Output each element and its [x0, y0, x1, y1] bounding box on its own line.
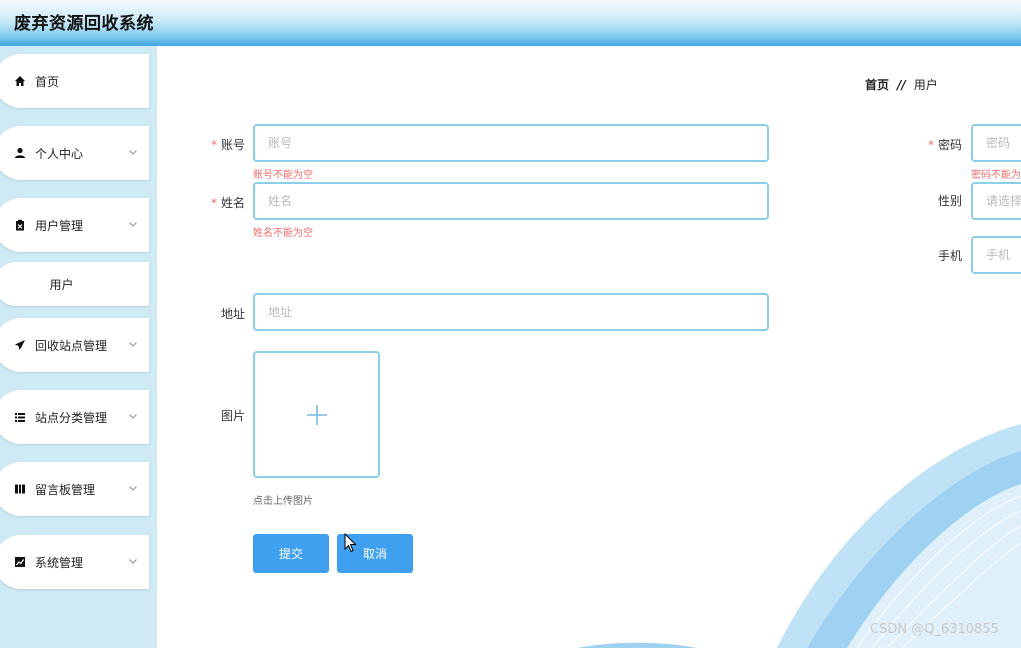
required-mark: * — [210, 138, 217, 152]
address-label: 地址 — [220, 307, 245, 321]
submit-button[interactable]: 提交 — [253, 534, 329, 573]
chevron-down-icon — [129, 150, 137, 155]
main-content: 首页 // 用户 *账号 账号不能为空 *密码 密码不能为空 *姓名 姓名不能为… — [157, 46, 1021, 648]
chevron-down-icon — [129, 222, 137, 227]
account-input[interactable] — [253, 124, 769, 162]
top-header: 废弃资源回收系统 — [0, 0, 1021, 46]
sidebar-item-personal-center[interactable]: 个人中心 — [0, 126, 149, 180]
chevron-down-icon — [129, 342, 137, 347]
sidebar-item-label: 留言板管理 — [35, 482, 96, 497]
chevron-down-icon — [129, 414, 137, 419]
password-input[interactable] — [971, 124, 1021, 162]
sidebar-item-system-management[interactable]: 系统管理 — [0, 535, 149, 589]
name-error: 姓名不能为空 — [253, 228, 313, 239]
sidebar-item-label: 个人中心 — [35, 146, 84, 161]
sidebar-item-label: 回收站点管理 — [35, 338, 108, 353]
password-error: 密码不能为空 — [971, 170, 1021, 181]
clipboard-icon — [13, 218, 27, 232]
password-label: * 密码 — [927, 138, 962, 152]
sidebar-item-label: 用户管理 — [35, 218, 84, 233]
sidebar: 首页 个人中心 用户管理 用户 回收站点管理 站点分类管理 留言板管理 系统管理 — [0, 46, 157, 648]
account-label: * 账号 — [210, 138, 245, 152]
gender-select[interactable] — [971, 182, 1021, 220]
home-icon — [13, 74, 27, 88]
sidebar-item-label: 首页 — [35, 74, 60, 89]
breadcrumb-home[interactable]: 首页 — [865, 76, 889, 93]
chart-line-icon — [13, 555, 27, 569]
app-title: 废弃资源回收系统 — [14, 14, 154, 34]
phone-input[interactable] — [971, 236, 1021, 274]
breadcrumb: 首页 // 用户 — [865, 76, 938, 93]
required-mark: * — [210, 196, 217, 210]
plus-icon — [306, 404, 327, 425]
sidebar-item-message-board-management[interactable]: 留言板管理 — [0, 462, 149, 516]
address-input[interactable] — [253, 293, 769, 331]
sidebar-item-label: 系统管理 — [35, 555, 84, 570]
sidebar-item-user-management[interactable]: 用户管理 — [0, 198, 149, 252]
name-label: * 姓名 — [210, 196, 245, 210]
watermark: CSDN @Q_6310855 — [870, 622, 999, 637]
sidebar-item-station-category-management[interactable]: 站点分类管理 — [0, 390, 149, 444]
book-icon — [13, 482, 27, 496]
image-label: 图片 — [220, 409, 245, 423]
paper-plane-icon — [13, 338, 27, 352]
gender-label: 性别 — [937, 194, 962, 208]
mouse-cursor-icon — [344, 533, 357, 553]
image-upload-box[interactable] — [253, 351, 380, 478]
account-error: 账号不能为空 — [253, 170, 313, 181]
name-input[interactable] — [253, 182, 769, 220]
chevron-down-icon — [129, 559, 137, 564]
chevron-down-icon — [129, 486, 137, 491]
upload-tip: 点击上传图片 — [253, 496, 313, 507]
user-icon — [13, 146, 27, 160]
breadcrumb-separator: // — [897, 77, 906, 92]
sidebar-item-label: 站点分类管理 — [35, 410, 108, 425]
phone-label: 手机 — [937, 249, 962, 263]
sidebar-item-home[interactable]: 首页 — [0, 54, 149, 108]
required-mark: * — [927, 138, 934, 152]
sidebar-item-recycle-station-management[interactable]: 回收站点管理 — [0, 318, 149, 372]
breadcrumb-current: 用户 — [913, 78, 938, 92]
sidebar-subitem-user[interactable]: 用户 — [0, 262, 149, 306]
list-icon — [13, 410, 27, 424]
